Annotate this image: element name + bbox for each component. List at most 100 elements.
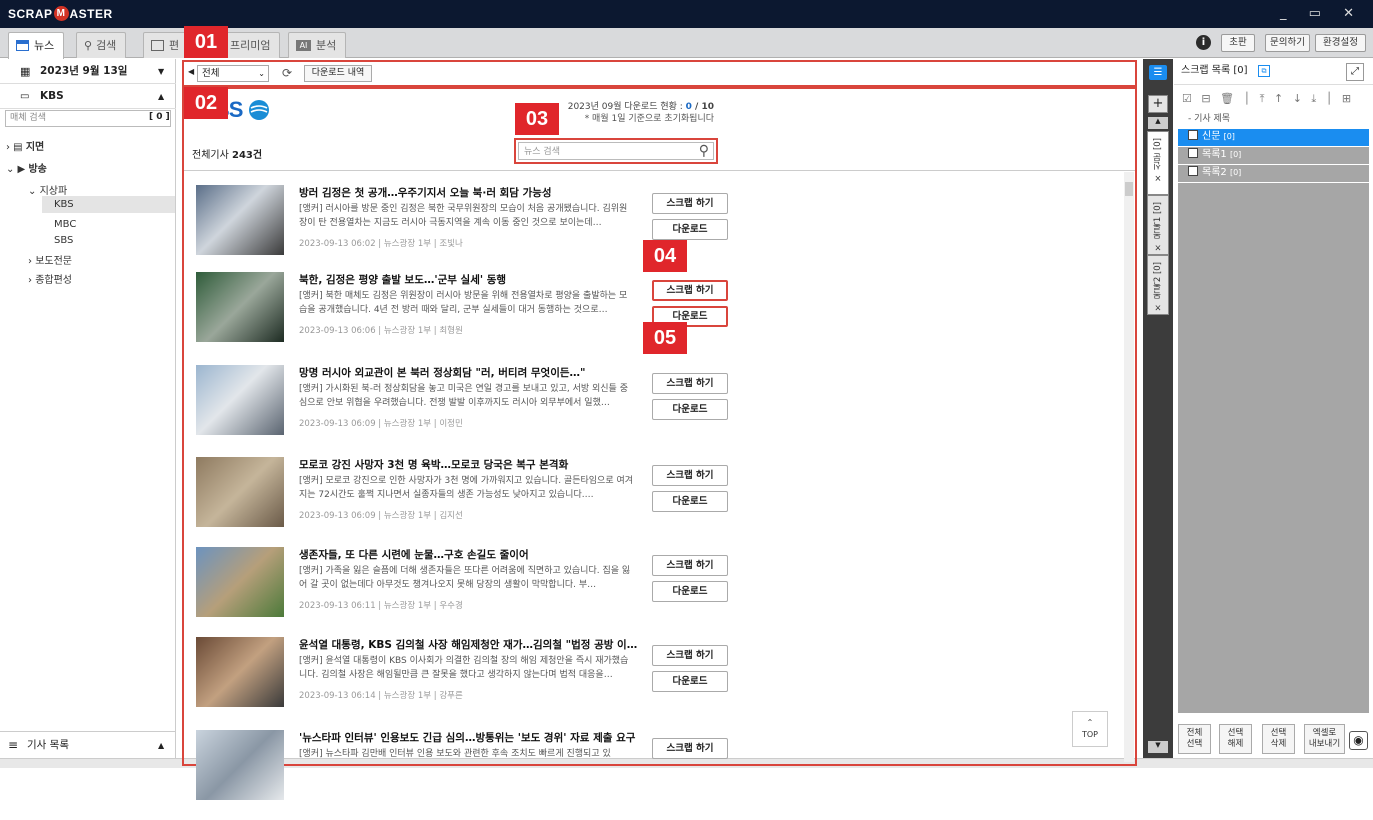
- source-selector[interactable]: ▭ KBS ▲: [0, 84, 176, 109]
- checkbox[interactable]: [1188, 166, 1198, 176]
- source-label: KBS: [40, 90, 64, 102]
- download-button[interactable]: 다운로드: [652, 219, 728, 240]
- article-summary: [앵커] 모로코 강진으로 인한 사망자가 3천 명에 가까워지고 있습니다. …: [299, 476, 634, 500]
- article-title[interactable]: 방러 김정은 첫 공개…우주기지서 오늘 북·러 회담 가능성: [299, 185, 639, 200]
- expand-icon[interactable]: ⤢: [1346, 63, 1364, 81]
- article-meta: 2023-09-13 06:02 | 뉴스광장 1부 | 조빛나: [299, 239, 463, 249]
- media-search-input[interactable]: 매체 검색: [5, 110, 171, 127]
- article-row[interactable]: 북한, 김정은 평양 출발 보도…'군부 실세' 동행 [앵커] 북한 매체도 김…: [196, 272, 896, 362]
- settings-button[interactable]: 환경설정: [1315, 34, 1366, 52]
- checkbox[interactable]: [1188, 130, 1198, 140]
- inquiry-button[interactable]: 문의하기: [1265, 34, 1310, 52]
- article-title[interactable]: 망명 러시아 외교관이 본 북러 정상회담 "러, 버티려 무엇이든…": [299, 365, 639, 380]
- download-button[interactable]: 다운로드: [652, 399, 728, 420]
- info-icon[interactable]: i: [1196, 35, 1211, 50]
- folder-list1[interactable]: 목록1 [0]: [1178, 147, 1369, 164]
- release-selection-button[interactable]: 선택 해제: [1219, 724, 1252, 754]
- chevron-down-icon: ▼: [158, 67, 165, 76]
- article-list-toggle[interactable]: ≡ 기사 목록 ▲: [0, 731, 176, 758]
- select-all-button[interactable]: 전체 선택: [1178, 724, 1211, 754]
- tree-sbs[interactable]: SBS: [54, 235, 73, 246]
- article-thumbnail[interactable]: [196, 637, 284, 707]
- tree-general[interactable]: › 종합편성: [28, 271, 72, 286]
- article-summary: [앵커] 러시아를 방문 중인 김정은 북한 국무위원장의 모습이 처음 공개됐…: [299, 204, 628, 228]
- scroll-thumb[interactable]: [1125, 182, 1133, 196]
- scrap-button[interactable]: 스크랩 하기: [652, 738, 728, 759]
- download-button[interactable]: 다운로드: [652, 671, 728, 692]
- vtab-list1[interactable]: × 목록1 [0]: [1147, 195, 1169, 255]
- download-history-button[interactable]: 다운로드 내역: [304, 65, 372, 82]
- article-row[interactable]: '뉴스타파 인터뷰' 인용보도 긴급 심의…방통위는 '보도 경위' 자료 제출…: [196, 730, 896, 820]
- window-controls[interactable]: _ ▭ ✕: [1280, 6, 1363, 21]
- article-thumbnail[interactable]: [196, 185, 284, 255]
- article-thumbnail[interactable]: [196, 457, 284, 527]
- chevron-up-icon: ▲: [158, 92, 165, 101]
- scrap-panel: 스크랩 목록 [0] ⧉ ⤢ ☑ ⊟ 🗑 │ ⤒ ↑ ↓ ⤓ │ ⊞ - 기사 …: [1174, 59, 1373, 758]
- tree-terrestrial[interactable]: ⌄ 지상파: [28, 182, 67, 197]
- article-summary: [앵커] 북한 매체도 김정은 위원장이 러시아 방문을 위해 전용열차로 평양…: [299, 291, 628, 315]
- download-button[interactable]: 다운로드: [652, 581, 728, 602]
- popout-icon[interactable]: ⧉: [1258, 65, 1270, 77]
- tab-analysis[interactable]: AI 분석: [288, 32, 347, 58]
- chevron-up-icon: ▲: [158, 741, 165, 750]
- eye-icon[interactable]: ◉: [1349, 731, 1368, 750]
- article-row[interactable]: 생존자들, 또 다른 시련에 눈물…구호 손길도 줄이어 [앵커] 가족을 잃은 …: [196, 547, 896, 637]
- article-row[interactable]: 방러 김정은 첫 공개…우주기지서 오늘 북·러 회담 가능성 [앵커] 러시아를…: [196, 185, 896, 275]
- folder-list2[interactable]: 목록2 [0]: [1178, 165, 1369, 182]
- tree-mbc[interactable]: MBC: [54, 219, 76, 230]
- scroll-down-button[interactable]: ▼: [1148, 741, 1168, 753]
- list-icon[interactable]: ☰: [1149, 65, 1167, 80]
- article-thumbnail[interactable]: [196, 730, 284, 800]
- tab-search[interactable]: ⚲ 검색: [76, 32, 127, 58]
- date-selector[interactable]: ▦ 2023년 9월 13일 ▼: [0, 59, 176, 84]
- vtab-newspaper[interactable]: × 신문 [0]: [1147, 131, 1169, 195]
- collapse-left-icon[interactable]: ◀: [188, 67, 194, 76]
- article-row[interactable]: 모로코 강진 사망자 3천 명 육박…모로코 당국은 복구 본격화 [앵커] 모로…: [196, 457, 896, 547]
- tree-news-channel[interactable]: › 보도전문: [28, 252, 72, 267]
- scrap-button[interactable]: 스크랩 하기: [652, 373, 728, 394]
- news-search-input[interactable]: 뉴스 검색 ⚲: [518, 142, 714, 160]
- scrap-button[interactable]: 스크랩 하기: [652, 555, 728, 576]
- scrap-button[interactable]: 스크랩 하기: [652, 645, 728, 666]
- news-content: KBS 2023년 09월 다운로드 현황 : 0 / 10 * 매월 1일 기…: [184, 87, 1135, 800]
- total-articles: 전체기사 243건: [192, 150, 263, 161]
- media-count: [ 0 ]: [149, 112, 170, 122]
- tree-paper[interactable]: › ▤ 지면: [6, 138, 44, 153]
- search-icon[interactable]: ⚲: [699, 142, 709, 160]
- edition-button[interactable]: 초판: [1221, 34, 1255, 52]
- article-thumbnail[interactable]: [196, 547, 284, 617]
- tab-premium[interactable]: 프리미엄: [222, 32, 281, 58]
- article-title[interactable]: '뉴스타파 인터뷰' 인용보도 긴급 심의…방통위는 '보도 경위' 자료 제출…: [299, 730, 639, 745]
- scrap-toolbar[interactable]: ☑ ⊟ 🗑 │ ⤒ ↑ ↓ ⤓ │ ⊞: [1182, 92, 1354, 106]
- scrap-button[interactable]: 스크랩 하기: [652, 280, 728, 301]
- article-title[interactable]: 생존자들, 또 다른 시련에 눈물…구호 손길도 줄이어: [299, 547, 639, 562]
- article-thumbnail[interactable]: [196, 365, 284, 435]
- filter-select[interactable]: 전체 ⌄: [197, 65, 269, 82]
- article-thumbnail[interactable]: [196, 272, 284, 342]
- article-row[interactable]: 윤석열 대통령, KBS 김의철 사장 해임제청안 재가…김의철 "법정 공방 …: [196, 637, 896, 727]
- tab-news[interactable]: 뉴스: [8, 32, 65, 59]
- download-button[interactable]: 다운로드: [652, 491, 728, 512]
- vtab-list2[interactable]: × 목록2 [0]: [1147, 255, 1169, 315]
- folder-list-area: [1178, 183, 1369, 713]
- delete-selection-button[interactable]: 선택 삭제: [1262, 724, 1295, 754]
- excel-export-button[interactable]: 엑셀로 내보내기: [1304, 724, 1345, 754]
- scroll-up-button[interactable]: ▲: [1148, 117, 1168, 129]
- tree-kbs[interactable]: KBS: [42, 196, 175, 213]
- scrollbar[interactable]: [1124, 172, 1134, 762]
- tree-broadcast[interactable]: ⌄ ▶ 방송: [6, 160, 47, 175]
- article-meta: 2023-09-13 06:06 | 뉴스광장 1부 | 최형원: [299, 326, 463, 336]
- scrap-button[interactable]: 스크랩 하기: [652, 193, 728, 214]
- article-title[interactable]: 윤석열 대통령, KBS 김의철 사장 해임제청안 재가…김의철 "법정 공방 …: [299, 637, 639, 652]
- top-button[interactable]: ⌃ TOP: [1072, 711, 1108, 747]
- add-folder-button[interactable]: +: [1148, 95, 1168, 113]
- annotation-01: 01: [184, 26, 228, 58]
- article-meta: 2023-09-13 06:11 | 뉴스광장 1부 | 우수경: [299, 601, 463, 611]
- scrap-button[interactable]: 스크랩 하기: [652, 465, 728, 486]
- article-row[interactable]: 망명 러시아 외교관이 본 북러 정상회담 "러, 버티려 무엇이든…" [앵커]…: [196, 365, 896, 455]
- checkbox[interactable]: [1188, 148, 1198, 158]
- folder-newspaper[interactable]: 신문 [0]: [1178, 129, 1369, 146]
- article-title[interactable]: 모로코 강진 사망자 3천 명 육박…모로코 당국은 복구 본격화: [299, 457, 639, 472]
- refresh-icon[interactable]: ⟳: [282, 66, 292, 80]
- article-title[interactable]: 북한, 김정은 평양 출발 보도…'군부 실세' 동행: [299, 272, 639, 287]
